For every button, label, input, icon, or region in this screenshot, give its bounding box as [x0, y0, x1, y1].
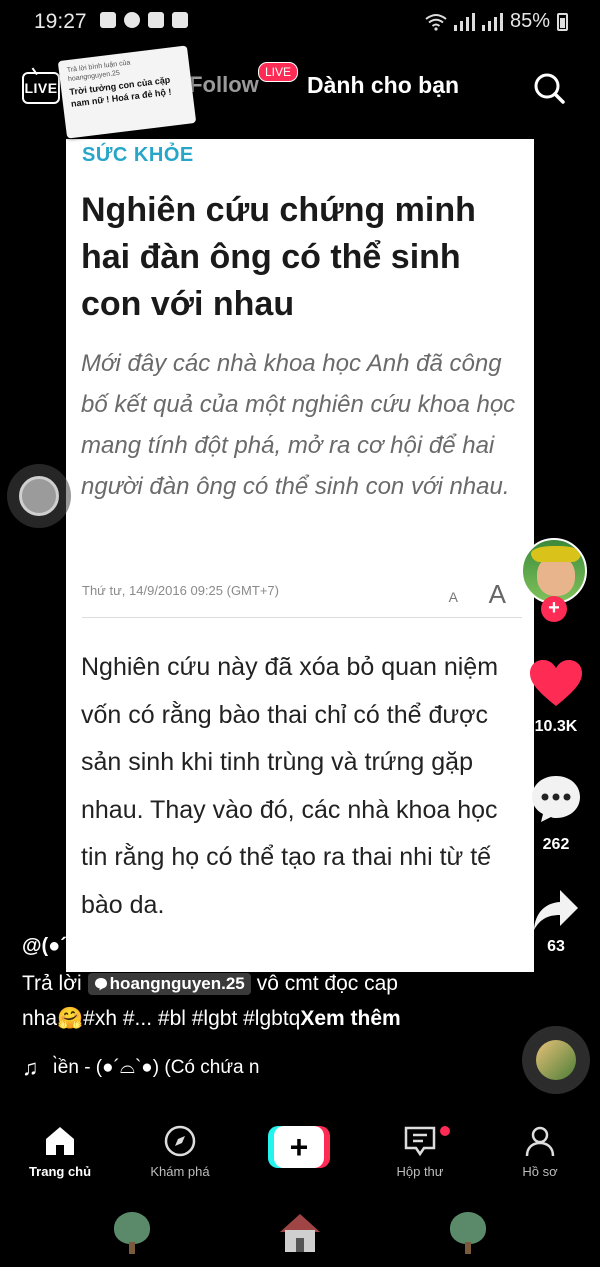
clock: 19:27: [34, 10, 87, 33]
plus-icon: +: [274, 1126, 324, 1168]
battery-icon: [557, 12, 568, 31]
back-tree-icon[interactable]: [112, 1212, 152, 1256]
nav-home-label: Trang chủ: [28, 1164, 92, 1179]
comment-icon[interactable]: [530, 774, 582, 824]
create-button[interactable]: +: [268, 1126, 330, 1168]
tree-crown: [114, 1212, 150, 1244]
message-notification-icon: [100, 12, 116, 28]
avatar-face: [537, 556, 575, 596]
music-disc-cover: [536, 1040, 576, 1080]
reply-mention-chip[interactable]: hoangnguyen.25: [87, 973, 251, 995]
signal-icon-2: [481, 12, 503, 31]
system-status: 85%: [425, 10, 568, 33]
inbox-notification-dot: [440, 1126, 450, 1136]
share-count: 63: [547, 938, 565, 955]
like-count: 10.3K: [534, 718, 578, 735]
creator-username[interactable]: @(●´⌓`●): [22, 935, 108, 958]
see-more-link[interactable]: Xem thêm: [300, 1007, 400, 1030]
tab-for-you[interactable]: Dành cho bạn: [307, 72, 459, 99]
avatar-hair: [531, 546, 581, 562]
status-bar: 19:27 85%: [0, 0, 600, 46]
inbox-icon: [404, 1126, 436, 1157]
nav-discover[interactable]: Khám phá: [130, 1124, 230, 1179]
share-arrow-icon[interactable]: [532, 888, 580, 932]
signal-icon: [453, 12, 475, 31]
wifi-icon: [425, 13, 447, 31]
recent-tree-icon[interactable]: [448, 1212, 488, 1256]
article-date: Thứ tư, 14/9/2016 09:25 (GMT+7): [82, 583, 279, 598]
nav-discover-label: Khám phá: [150, 1164, 210, 1179]
compass-icon: [164, 1125, 196, 1157]
meta-divider: [82, 617, 522, 618]
notification-icons: [100, 12, 188, 28]
nav-profile[interactable]: Hồ sơ: [490, 1124, 590, 1179]
follow-plus-button[interactable]: +: [541, 596, 567, 622]
caption-line-1: Trả lời hoangnguyen.25 vô cmt đọc cap: [22, 972, 398, 996]
caption-hashtags[interactable]: nha🤗#xh #... #bl #lgbt #lgbtq: [22, 1007, 300, 1030]
article-meta: Thứ tư, 14/9/2016 09:25 (GMT+7) A A: [82, 579, 522, 618]
battery-percent: 85%: [509, 10, 550, 32]
caption-text-1: vô cmt đọc cap: [256, 972, 398, 995]
circle-notification-icon: [124, 12, 140, 28]
live-button-label: LIVE: [24, 80, 58, 96]
nav-home[interactable]: Trang chủ: [10, 1124, 110, 1179]
reply-comment-sticker[interactable]: Trả lời bình luận của hoangnguyen.25 Trờ…: [57, 45, 197, 139]
article-body: Nghiên cứu này đã xóa bỏ quan niệm vốn c…: [81, 653, 499, 919]
music-ticker[interactable]: ♫ ı̀ền - (●´⌓`●) (Có chứa n: [22, 1055, 259, 1081]
caption-line-2: nha🤗#xh #... #bl #lgbt #lgbtqXem thêm: [22, 1007, 401, 1031]
article-screenshot: SỨC KHỎE Nghiên cứu chứng minh hai đàn ô…: [66, 139, 534, 972]
mention-username: hoangnguyen.25: [109, 974, 245, 993]
check-notification-icon: [148, 12, 164, 28]
article-headline: Nghiên cứu chứng minh hai đàn ông có thể…: [81, 191, 476, 323]
live-button[interactable]: LIVE: [22, 72, 60, 104]
system-navigation-bar: [0, 1192, 600, 1267]
music-disc[interactable]: [522, 1026, 590, 1094]
tree-crown: [450, 1212, 486, 1244]
nav-inbox[interactable]: Hộp thư: [370, 1124, 470, 1179]
assistive-touch-button[interactable]: [7, 464, 71, 528]
comment-count: 262: [542, 836, 570, 853]
comment-bubble-icon: [94, 978, 107, 991]
reply-prefix: Trả lời: [22, 972, 82, 995]
nav-profile-label: Hồ sơ: [522, 1164, 558, 1179]
font-size-large: A: [488, 579, 506, 609]
heart-icon[interactable]: [530, 660, 582, 708]
bottom-navigation: Trang chủ Khám phá + Hộp thư Hồ sơ: [0, 1110, 600, 1192]
article-category: SỨC KHỎE: [82, 144, 194, 166]
search-icon[interactable]: [533, 72, 565, 104]
profile-icon: [525, 1126, 555, 1157]
music-note-icon: ♫: [22, 1055, 39, 1080]
article-lead: Mới đây các nhà khoa học Anh đã công bố …: [81, 350, 516, 500]
house-icon[interactable]: [278, 1212, 322, 1254]
nav-inbox-label: Hộp thư: [396, 1164, 444, 1179]
tree-trunk: [465, 1242, 471, 1254]
music-title: ı̀ền - (●´⌓`●) (Có chứa n: [52, 1057, 260, 1078]
app-notification-icon: [172, 12, 188, 28]
home-icon: [46, 1127, 74, 1155]
creator-avatar[interactable]: [521, 538, 587, 604]
tree-trunk: [129, 1242, 135, 1254]
font-size-small: A: [448, 589, 458, 605]
live-badge: LIVE: [258, 62, 299, 82]
assistive-touch-icon: [19, 476, 59, 516]
